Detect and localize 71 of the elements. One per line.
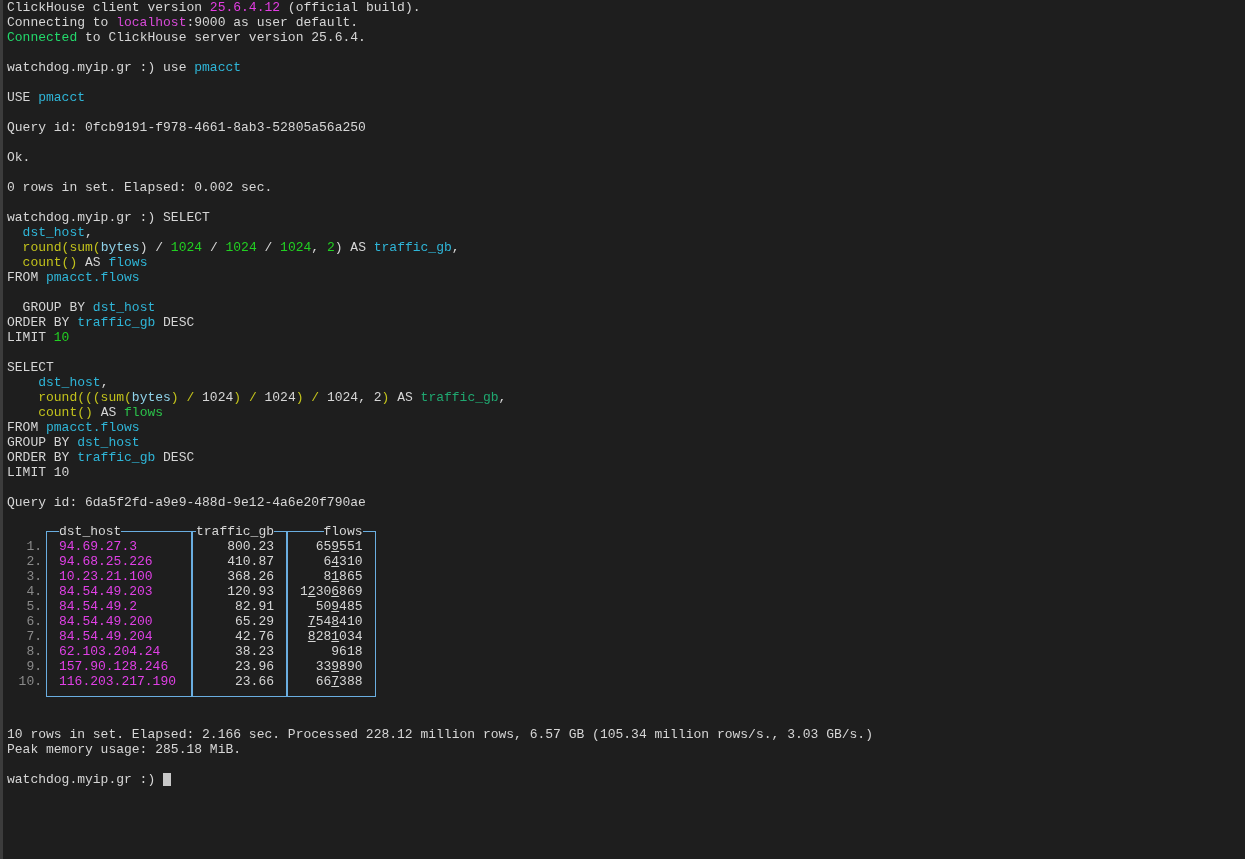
table-cell-text: 62.103.204.24	[59, 644, 162, 659]
row-number: 1.	[26, 539, 42, 554]
terminal-line: dst_host,	[37, 375, 109, 390]
table-cell-text: 10.23.21.100	[59, 569, 154, 584]
table-cell: 120.93	[227, 584, 274, 599]
row-number: 3.	[26, 569, 42, 584]
column-header: dst_host	[59, 524, 122, 539]
row-number: 9.	[26, 659, 42, 674]
table-cell-text: 84.54.49.204	[59, 629, 154, 644]
table-cell-text: 157.90.128.246	[59, 659, 170, 674]
table-cell-text: 84.54.49.2	[59, 599, 138, 614]
terminal-line: USE pmacct	[7, 90, 86, 105]
row-number: 2.	[26, 554, 42, 569]
terminal-line: ORDER BY traffic_gb DESC	[7, 315, 195, 330]
terminal-line: LIMIT 10	[7, 330, 70, 345]
table-cell: 82.91	[235, 599, 274, 614]
table-cell: 667388	[315, 674, 363, 689]
column-header: traffic_gb	[196, 524, 274, 539]
terminal-line: watchdog.myip.gr :) use pmacct	[7, 60, 242, 75]
table-cell: 42.76	[235, 629, 274, 644]
row-number: 6.	[26, 614, 42, 629]
terminal-line: round(((sum(bytes) / 1024) / 1024) / 1024, 2) AS traffic_gb,	[37, 390, 507, 405]
table-cell: 38.23	[235, 644, 274, 659]
column-header: flows	[323, 524, 363, 539]
table-cell: 339890	[315, 659, 363, 674]
row-number: 8.	[26, 644, 42, 659]
terminal-line: SELECT	[7, 360, 54, 375]
table-cell: 23.66	[235, 674, 274, 689]
table-cell-text: 94.68.25.226	[59, 554, 154, 569]
table-cell: 12306869	[300, 584, 363, 599]
table-cell: 65.29	[235, 614, 274, 629]
table-cell: 7548410	[307, 614, 363, 629]
row-number: 10.	[18, 674, 42, 689]
terminal-line: ORDER BY traffic_gb DESC	[7, 450, 195, 465]
table-cell-text: 84.54.49.203	[59, 584, 154, 599]
terminal-line: Connecting to localhost:9000 as user default.	[7, 15, 359, 30]
terminal-line: count() AS flows	[21, 255, 148, 270]
table-cell-text: 94.69.27.3	[59, 539, 138, 554]
table-cell: 8281034	[307, 629, 363, 644]
terminal-line: watchdog.myip.gr :) SELECT	[7, 210, 210, 225]
terminal-line: GROUP BY dst_host	[21, 300, 156, 315]
terminal-line: LIMIT 10	[7, 465, 70, 480]
table-cell: 23.96	[235, 659, 274, 674]
terminal-line: GROUP BY dst_host	[7, 435, 140, 450]
table-cell: 659551	[315, 539, 363, 554]
row-number: 4.	[26, 584, 42, 599]
table-cell: 800.23	[227, 539, 274, 554]
terminal-line: round(sum(bytes) / 1024 / 1024 / 1024, 2) AS traffic_gb,	[21, 240, 460, 255]
terminal-line: dst_host,	[21, 225, 93, 240]
terminal-line: Connected to ClickHouse server version 25.6.4.	[7, 30, 366, 45]
table-cell-text: 116.203.217.190	[59, 674, 178, 689]
terminal-line: FROM pmacct.flows	[7, 420, 140, 435]
table-cell-text: 84.54.49.200	[59, 614, 154, 629]
terminal-line: 10 rows in set. Elapsed: 2.166 sec. Processed 228.12 million rows, 6.57 GB (105.34 million rows/s., 3.03 GB/s.)	[7, 727, 873, 742]
table-cell: 81865	[323, 569, 363, 584]
table-cell: 9618	[331, 644, 363, 659]
terminal-line: Ok.	[7, 150, 31, 165]
terminal-line: Query id: 6da5f2fd-a9e9-488d-9e12-4a6e20f790ae	[7, 495, 366, 510]
row-number: 7.	[26, 629, 42, 644]
table-cell: 368.26	[227, 569, 274, 584]
terminal-line: Query id: 0fcb9191-f978-4661-8ab3-52805a56a250	[7, 120, 366, 135]
terminal-line: Peak memory usage: 285.18 MiB.	[7, 742, 242, 757]
table-cell: 64310	[323, 554, 363, 569]
terminal-line: ClickHouse client version 25.6.4.12 (official build).	[7, 0, 421, 15]
terminal-line: FROM pmacct.flows	[7, 270, 140, 285]
terminal-line: watchdog.myip.gr :)	[7, 772, 157, 787]
table-cell: 509485	[315, 599, 363, 614]
table-cell: 410.87	[227, 554, 274, 569]
terminal-line: count() AS flows	[37, 405, 164, 420]
row-number: 5.	[26, 599, 42, 614]
terminal-line: 0 rows in set. Elapsed: 0.002 sec.	[7, 180, 273, 195]
